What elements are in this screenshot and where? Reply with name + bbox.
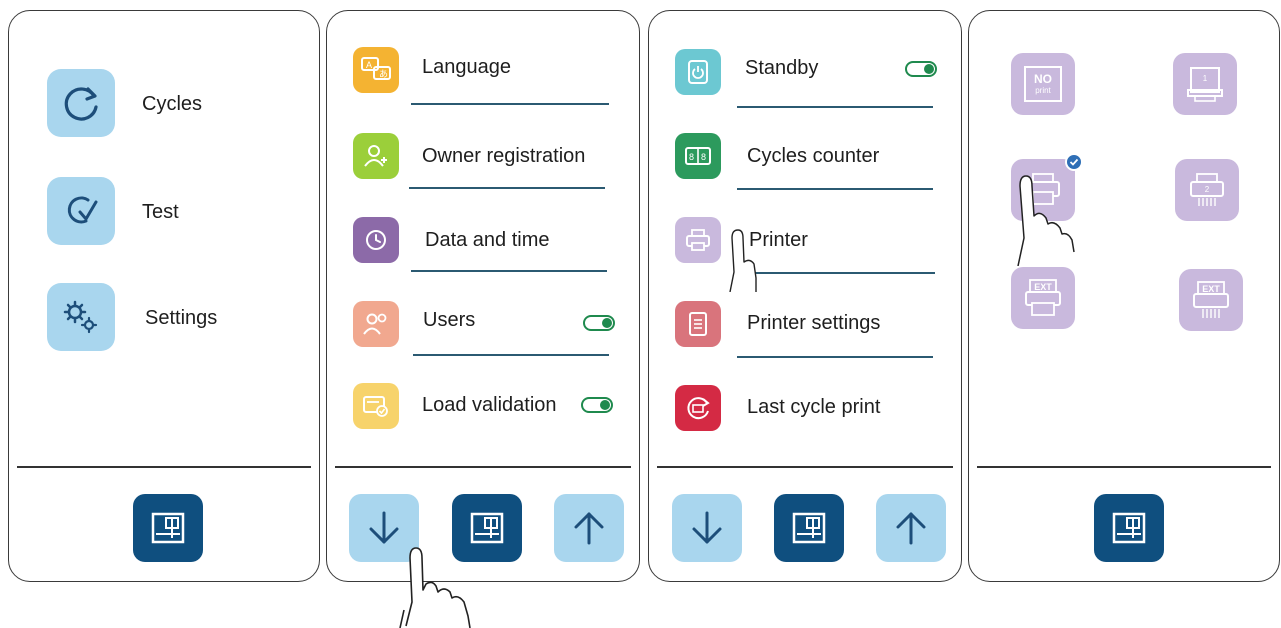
menu-item-cycles[interactable]: Cycles <box>47 69 307 139</box>
tile-external-printer-2[interactable]: EXT <box>1179 269 1243 331</box>
last-cycle-print-icon <box>675 385 721 431</box>
svg-text:2: 2 <box>1205 185 1210 194</box>
tile-printer-1[interactable]: 1 <box>1173 53 1237 115</box>
separator <box>413 354 609 356</box>
scroll-down-button[interactable] <box>672 494 742 562</box>
scroll-up-button[interactable] <box>876 494 946 562</box>
printer-settings-icon <box>675 301 721 347</box>
users-icon <box>353 301 399 347</box>
menu-item-label: Settings <box>145 307 218 329</box>
list-item-label: Owner registration <box>422 145 586 167</box>
list-item-owner-registration[interactable]: Owner registration <box>353 127 623 187</box>
list-item-cycles-counter[interactable]: 8 8 Cycles counter <box>675 127 945 187</box>
home-icon <box>151 512 185 544</box>
list-item-label: Data and time <box>425 229 550 251</box>
svg-text:あ: あ <box>379 69 388 79</box>
svg-text:8: 8 <box>689 152 694 162</box>
separator <box>737 272 935 274</box>
arrow-down-icon <box>692 511 722 544</box>
users-toggle[interactable] <box>583 315 615 331</box>
divider <box>17 466 311 468</box>
svg-text:NO: NO <box>1034 72 1052 86</box>
home-icon <box>1112 512 1146 544</box>
separator <box>411 270 607 272</box>
test-icon <box>47 177 115 245</box>
printer-icon <box>675 217 721 263</box>
list-item-label: Language <box>422 56 511 78</box>
selected-check-icon <box>1065 153 1083 171</box>
list-item-language[interactable]: A あ Language <box>353 41 623 101</box>
pointing-hand-icon <box>399 547 471 628</box>
separator <box>737 356 933 358</box>
svg-text:8: 8 <box>701 152 706 162</box>
divider <box>335 466 631 468</box>
load-validation-toggle[interactable] <box>581 397 613 413</box>
tile-printer-2[interactable]: 2 <box>1175 159 1239 221</box>
divider <box>977 466 1271 468</box>
arrow-up-icon <box>896 512 926 545</box>
refresh-icon <box>47 69 115 137</box>
pointing-hand-icon <box>1017 175 1075 266</box>
pointing-hand-icon <box>729 229 757 292</box>
printer-1-icon: 1 <box>1187 67 1223 102</box>
menu-item-label: Test <box>142 201 179 223</box>
load-validation-icon <box>353 383 399 429</box>
list-item-label: Standby <box>745 57 819 79</box>
menu-item-test[interactable]: Test <box>47 177 307 247</box>
no-print-icon: NO print <box>1024 66 1062 102</box>
external-printer-2-icon: EXT <box>1193 281 1229 318</box>
settings-list-screen-2: Standby 8 8 Cycles counter Printer Print… <box>648 10 962 582</box>
arrow-up-icon <box>574 512 604 545</box>
counter-icon: 8 8 <box>675 133 721 179</box>
list-item-label: Printer settings <box>747 312 881 334</box>
home-icon <box>792 512 826 544</box>
tile-no-print[interactable]: NO print <box>1011 53 1075 115</box>
settings-list-screen-1: A あ Language Owner registration Data and… <box>326 10 640 582</box>
main-menu-screen: Cycles Test Settings <box>8 10 320 582</box>
divider <box>657 466 953 468</box>
svg-text:EXT: EXT <box>1202 284 1220 294</box>
menu-item-settings[interactable]: Settings <box>47 283 307 353</box>
menu-item-label: Cycles <box>142 93 203 115</box>
home-button[interactable] <box>133 494 203 562</box>
external-printer-1-icon: EXT <box>1025 279 1061 316</box>
list-item-last-cycle-print[interactable]: Last cycle print <box>675 379 945 439</box>
printer-selection-screen: NO print 1 2 EXT EXT <box>968 10 1280 582</box>
separator <box>737 106 933 108</box>
separator <box>409 187 605 189</box>
clock-icon <box>353 217 399 263</box>
standby-icon <box>675 49 721 95</box>
list-item-standby[interactable]: Standby <box>675 43 945 103</box>
list-item-printer[interactable]: Printer <box>675 211 945 271</box>
home-button[interactable] <box>1094 494 1164 562</box>
home-button[interactable] <box>774 494 844 562</box>
list-item-label: Last cycle print <box>747 396 881 418</box>
separator <box>737 188 933 190</box>
scroll-up-button[interactable] <box>554 494 624 562</box>
owner-icon <box>353 133 399 179</box>
svg-text:EXT: EXT <box>1034 282 1052 292</box>
list-item-printer-settings[interactable]: Printer settings <box>675 295 945 355</box>
standby-toggle[interactable] <box>905 61 937 77</box>
separator <box>411 103 609 105</box>
list-item-date-time[interactable]: Data and time <box>353 211 623 271</box>
list-item-label: Cycles counter <box>747 145 880 167</box>
printer-2-icon: 2 <box>1190 173 1224 206</box>
list-item-label: Load validation <box>422 394 557 416</box>
svg-text:1: 1 <box>1203 74 1208 83</box>
gears-icon <box>47 283 115 351</box>
svg-text:print: print <box>1035 86 1051 95</box>
list-item-label: Users <box>423 309 476 331</box>
language-icon: A あ <box>353 47 399 93</box>
tile-external-printer-1[interactable]: EXT <box>1011 267 1075 329</box>
svg-text:A: A <box>366 60 372 70</box>
